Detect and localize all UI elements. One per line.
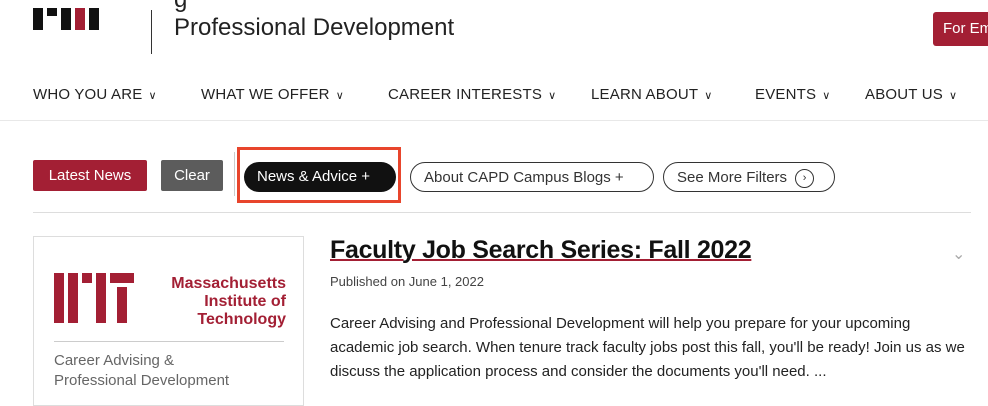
site-header: g Professional Development For Em [0,0,988,68]
highlight-box [237,147,401,203]
dept-title-top-fragment: g [174,0,187,14]
mit-wordmark: Massachusetts Institute of Technology [171,275,286,328]
nav-divider [0,120,988,121]
nav-item-about-us[interactable]: ABOUT US ∨ [865,86,957,103]
for-employers-button[interactable]: For Em [933,12,988,46]
chevron-right-icon: › [795,168,815,188]
card-department: Career Advising & Professional Developme… [54,352,230,389]
header-divider [151,10,152,54]
see-more-label: See More Filters [677,169,788,186]
article-excerpt: Career Advising and Professional Develop… [330,315,965,380]
article-title-link[interactable]: Faculty Job Search Series: Fall 2022 [330,236,752,265]
capd-blogs-filter[interactable]: About CAPD Campus Blogs + [410,162,654,192]
mit-logo[interactable] [33,8,99,30]
card-divider [54,341,284,342]
filters-divider [33,212,971,213]
chevron-down-icon: ∨ [335,90,344,102]
nav-item-career-interests[interactable]: CAREER INTERESTS ∨ [388,86,556,103]
clear-button[interactable]: Clear [161,160,223,191]
latest-news-button[interactable]: Latest News [33,160,147,191]
chevron-down-icon: ∨ [822,90,831,102]
mit-logo-thumbnail [54,273,134,323]
chevron-down-icon: ∨ [949,90,958,102]
nav-item-learn-about[interactable]: LEARN ABOUT ∨ [591,86,713,103]
dept-title[interactable]: Professional Development [174,14,454,42]
article-date: Published on June 1, 2022 [330,274,484,289]
expand-chevron-icon[interactable]: ⌄ [952,244,965,264]
see-more-filters-button[interactable]: See More Filters › [663,162,835,192]
nav-item-events[interactable]: EVENTS ∨ [755,86,830,103]
main-nav: WHO YOU ARE ∨ WHAT WE OFFER ∨ CAREER INTER… [0,86,988,110]
chevron-down-icon: ∨ [548,90,557,102]
nav-item-who-you-are[interactable]: WHO YOU ARE ∨ [33,86,157,103]
nav-item-what-we-offer[interactable]: WHAT WE OFFER ∨ [201,86,344,103]
filter-bar: Latest News Clear News & Advice + About … [0,150,988,210]
filter-separator [234,152,235,196]
chevron-down-icon: ∨ [148,90,157,102]
article-thumbnail[interactable]: Massachusetts Institute of Technology Ca… [33,236,304,406]
chevron-down-icon: ∨ [704,90,713,102]
